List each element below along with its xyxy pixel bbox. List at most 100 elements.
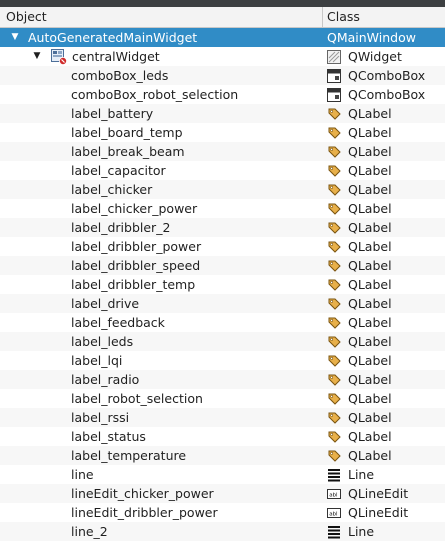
tree-row[interactable]: label_temperature QLabel xyxy=(0,446,445,465)
class-cell: abl QLineEdit xyxy=(327,484,408,503)
label-icon xyxy=(327,392,341,406)
class-cell: QLabel xyxy=(327,218,392,237)
tree-row[interactable]: line_2 Line xyxy=(0,522,445,541)
object-name: label_rssi xyxy=(71,410,130,425)
lineedit-icon: abl xyxy=(327,506,341,520)
class-name: QLabel xyxy=(348,220,392,235)
class-name: QWidget xyxy=(348,49,402,64)
tree-row[interactable]: label_dribbler_temp QLabel xyxy=(0,275,445,294)
object-name: label_status xyxy=(71,429,146,444)
class-cell: QLabel xyxy=(327,161,392,180)
tree-row[interactable]: label_break_beam QLabel xyxy=(0,142,445,161)
object-name: label_battery xyxy=(71,106,154,121)
label-icon xyxy=(327,126,341,140)
tree-row[interactable]: label_status QLabel xyxy=(0,427,445,446)
class-name: QLabel xyxy=(348,372,392,387)
label-icon xyxy=(327,430,341,444)
object-name: label_robot_selection xyxy=(71,391,203,406)
object-name: AutoGeneratedMainWidget xyxy=(28,30,198,45)
class-name: QComboBox xyxy=(348,87,426,102)
tree-row[interactable]: ▼ centralWidget QWidget xyxy=(0,47,445,66)
object-name: comboBox_robot_selection xyxy=(71,87,239,102)
tree-row[interactable]: label_rssi QLabel xyxy=(0,408,445,427)
class-name: QLabel xyxy=(348,296,392,311)
label-icon xyxy=(327,278,341,292)
class-name: QLabel xyxy=(348,410,392,425)
class-name: QLabel xyxy=(348,106,392,121)
label-icon xyxy=(327,183,341,197)
class-name: QLabel xyxy=(348,144,392,159)
class-name: QLabel xyxy=(348,182,392,197)
class-cell: QLabel xyxy=(327,123,392,142)
combobox-icon xyxy=(327,68,341,83)
class-cell: QLabel xyxy=(327,332,392,351)
tree-row[interactable]: label_drive QLabel xyxy=(0,294,445,313)
object-name: label_board_temp xyxy=(71,125,183,140)
window-top-edge xyxy=(0,0,445,7)
tree-row[interactable]: label_lqi QLabel xyxy=(0,351,445,370)
class-name: QLabel xyxy=(348,239,392,254)
tree-row[interactable]: label_dribbler_speed QLabel xyxy=(0,256,445,275)
tree-header: Object Class xyxy=(0,7,445,28)
tree-row[interactable]: label_leds QLabel xyxy=(0,332,445,351)
class-cell: QLabel xyxy=(327,237,392,256)
tree-row[interactable]: line Line xyxy=(0,465,445,484)
label-icon xyxy=(327,449,341,463)
class-name: QLabel xyxy=(348,201,392,216)
widget-icon xyxy=(327,49,341,64)
class-name: Line xyxy=(348,524,375,539)
svg-text:abl: abl xyxy=(329,492,338,498)
object-name: label_drive xyxy=(71,296,140,311)
tree-row[interactable]: label_radio QLabel xyxy=(0,370,445,389)
tree-row[interactable]: comboBox_robot_selection QComboBox xyxy=(0,85,445,104)
label-icon xyxy=(327,202,341,216)
tree-row[interactable]: lineEdit_chicker_power abl QLineEdit xyxy=(0,484,445,503)
label-icon xyxy=(327,411,341,425)
class-name: Line xyxy=(348,467,375,482)
tree-row[interactable]: label_feedback QLabel xyxy=(0,313,445,332)
tree-row[interactable]: lineEdit_dribbler_power abl QLineEdit xyxy=(0,503,445,522)
object-tree[interactable]: ▼ AutoGeneratedMainWidget QMainWindow ▼ cent… xyxy=(0,28,445,541)
object-name: label_feedback xyxy=(71,315,165,330)
tree-row[interactable]: label_dribbler_power QLabel xyxy=(0,237,445,256)
object-name: centralWidget xyxy=(72,49,160,64)
expand-arrow-icon[interactable]: ▼ xyxy=(10,28,20,47)
label-icon xyxy=(327,107,341,121)
label-icon xyxy=(327,145,341,159)
class-name: QMainWindow xyxy=(327,30,416,45)
object-name: label_dribbler_speed xyxy=(71,258,201,273)
label-icon xyxy=(327,316,341,330)
tree-row[interactable]: label_chicker_power QLabel xyxy=(0,199,445,218)
class-name: QLabel xyxy=(348,353,392,368)
tree-row[interactable]: label_dribbler_2 QLabel xyxy=(0,218,445,237)
central-widget-icon xyxy=(51,49,67,65)
line-icon xyxy=(327,525,341,539)
class-cell: QWidget xyxy=(327,47,402,66)
label-icon xyxy=(327,259,341,273)
tree-row[interactable]: comboBox_leds QComboBox xyxy=(0,66,445,85)
class-name: QLabel xyxy=(348,315,392,330)
column-header-class[interactable]: Class xyxy=(323,7,445,27)
object-name: line xyxy=(71,467,94,482)
object-name: label_dribbler_2 xyxy=(71,220,171,235)
tree-row[interactable]: label_board_temp QLabel xyxy=(0,123,445,142)
tree-row[interactable]: ▼ AutoGeneratedMainWidget QMainWindow xyxy=(0,28,445,47)
tree-row[interactable]: label_robot_selection QLabel xyxy=(0,389,445,408)
class-cell: QLabel xyxy=(327,313,392,332)
tree-row[interactable]: label_battery QLabel xyxy=(0,104,445,123)
class-name: QLabel xyxy=(348,391,392,406)
tree-row[interactable]: label_capacitor QLabel xyxy=(0,161,445,180)
class-cell: QComboBox xyxy=(327,66,425,85)
class-name: QLabel xyxy=(348,277,392,292)
class-cell: QLabel xyxy=(327,180,392,199)
label-icon xyxy=(327,240,341,254)
class-name: QLabel xyxy=(348,258,392,273)
tree-row[interactable]: label_chicker QLabel xyxy=(0,180,445,199)
expand-arrow-icon[interactable]: ▼ xyxy=(32,47,42,66)
class-cell: QLabel xyxy=(327,104,392,123)
combobox-icon xyxy=(327,87,341,102)
column-header-object[interactable]: Object xyxy=(0,7,323,27)
label-icon xyxy=(327,335,341,349)
object-name: label_chicker xyxy=(71,182,153,197)
object-name: label_chicker_power xyxy=(71,201,198,216)
